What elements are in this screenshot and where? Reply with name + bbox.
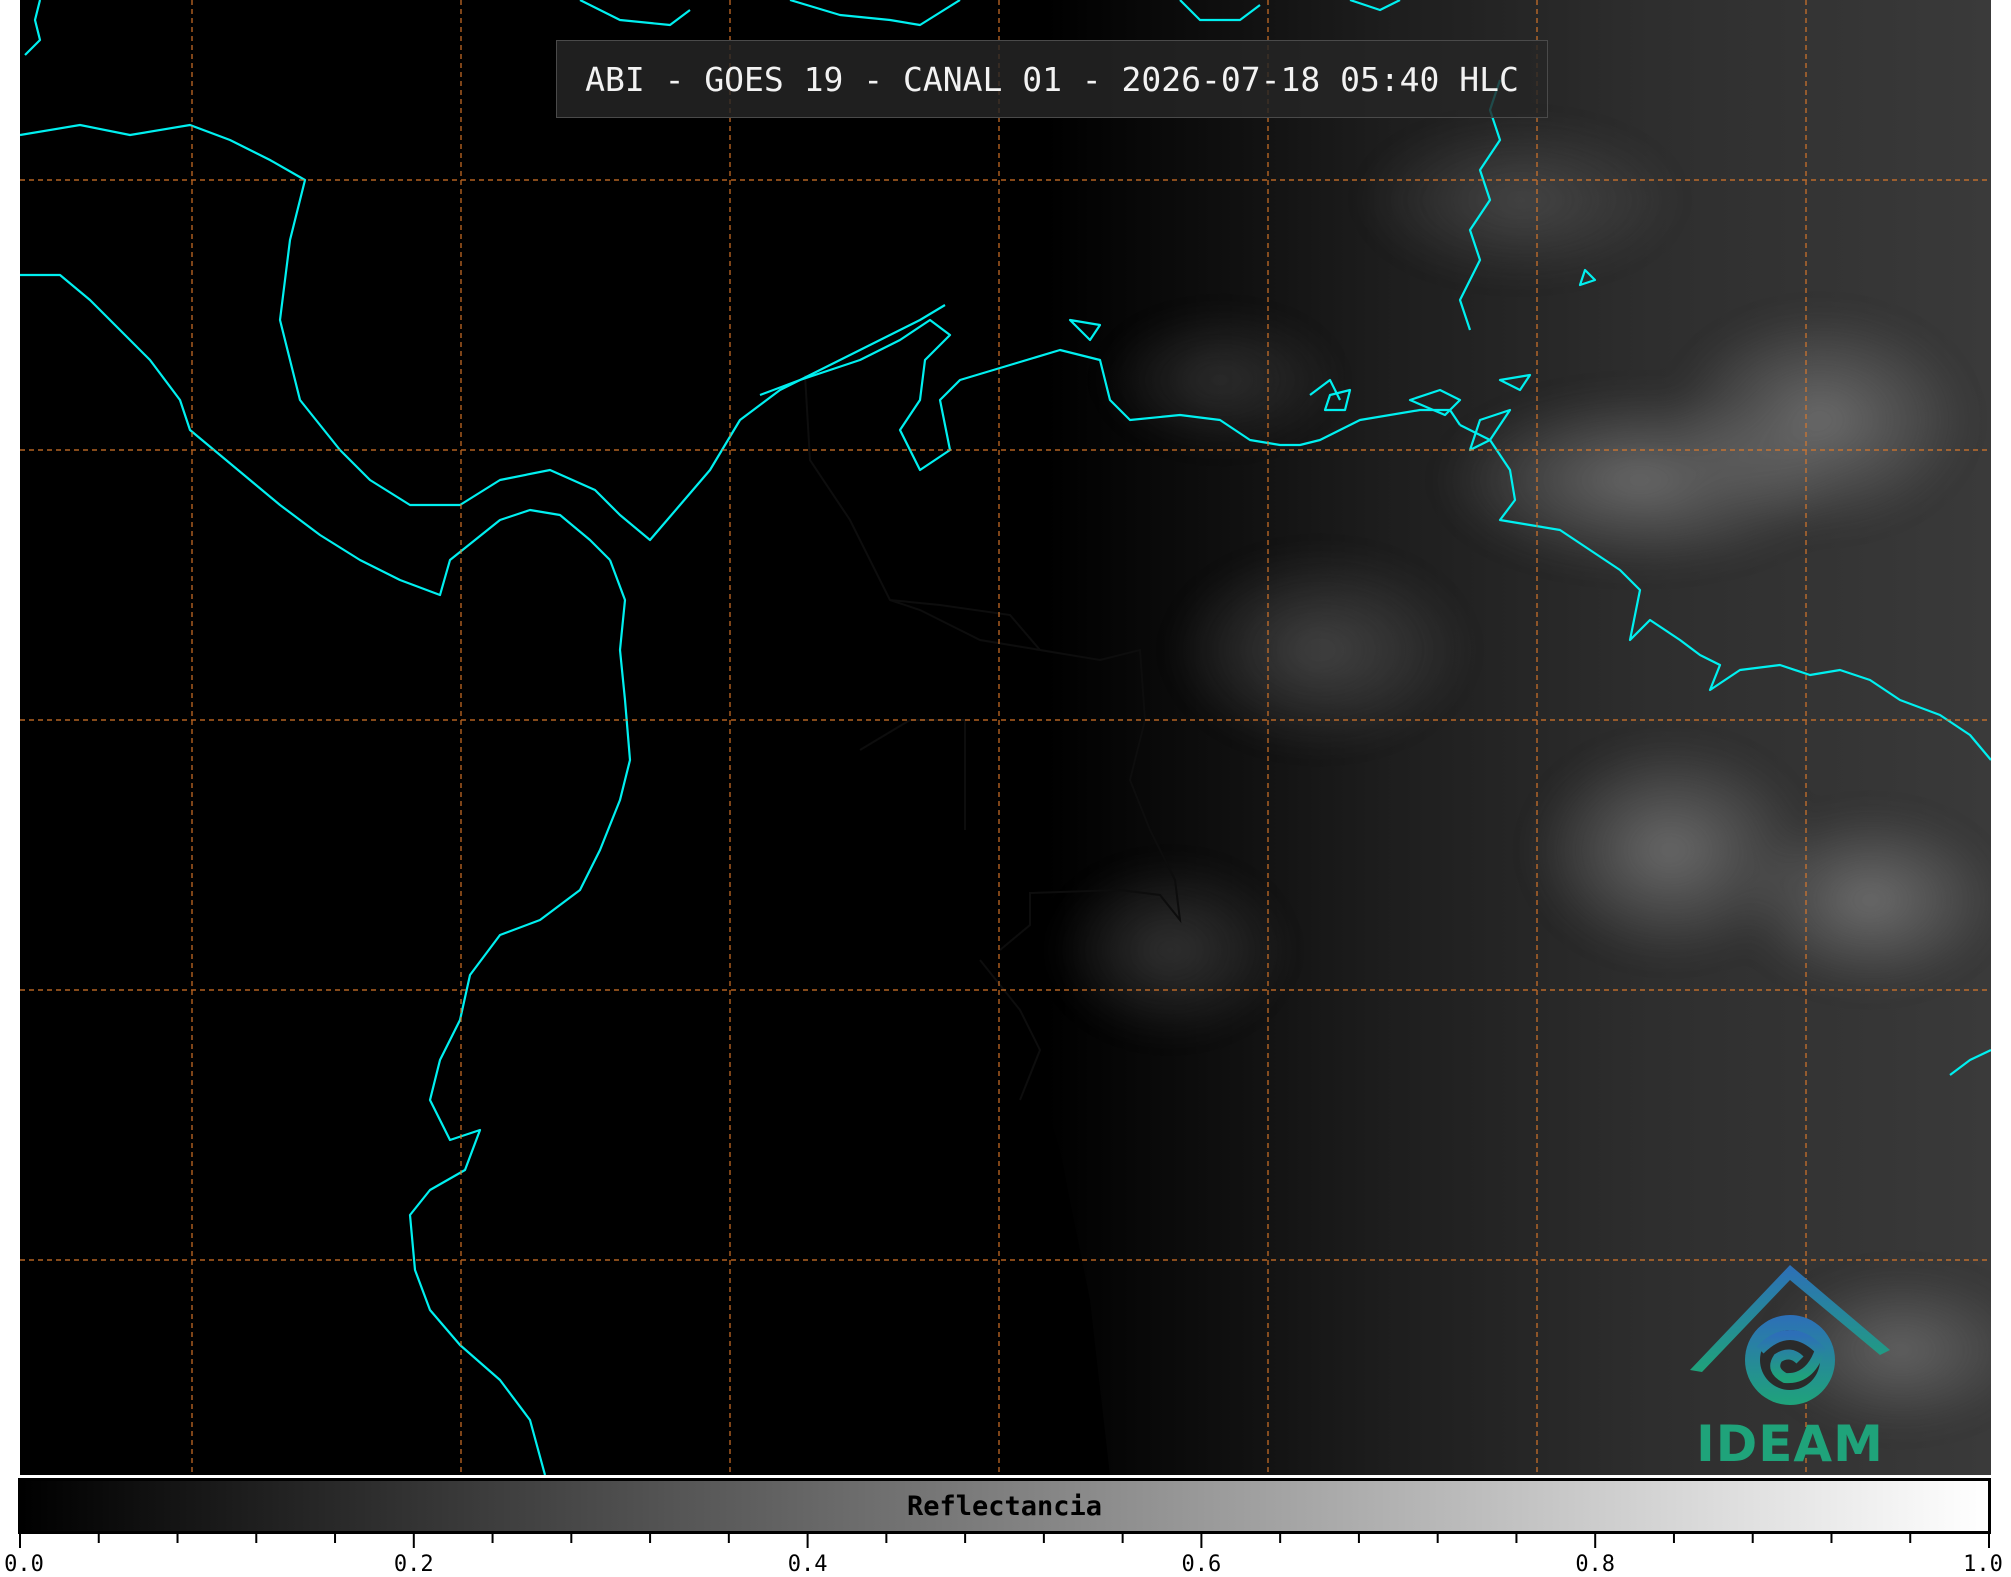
colorbar-tick-label: 0.2 bbox=[393, 1552, 434, 1577]
colorbar-tick-label: 1.0 bbox=[1963, 1552, 2003, 1577]
ideam-logo-icon bbox=[1690, 1265, 1890, 1405]
colorbar: Reflectancia bbox=[18, 1478, 1991, 1534]
colorbar-ticks: 0.0 0.2 0.4 0.6 0.8 1.0 bbox=[0, 1534, 2011, 1577]
ideam-logo: IDEAM bbox=[1660, 1250, 1920, 1475]
satellite-map[interactable]: ABI - GOES 19 - CANAL 01 - 2026-07-18 05… bbox=[20, 0, 1991, 1475]
colorbar-tick-label: 0.8 bbox=[1575, 1552, 1616, 1577]
colorbar-tick-label: 0.0 bbox=[4, 1552, 44, 1577]
map-title: ABI - GOES 19 - CANAL 01 - 2026-07-18 05… bbox=[556, 40, 1548, 118]
logo-text: IDEAM bbox=[1696, 1415, 1884, 1473]
colorbar-tick-marks bbox=[19, 1534, 1990, 1548]
colorbar-label: Reflectancia bbox=[906, 1490, 1103, 1522]
colorbar-tick-label: 0.6 bbox=[1181, 1552, 1222, 1577]
colorbar-tick-label: 0.4 bbox=[787, 1552, 828, 1577]
